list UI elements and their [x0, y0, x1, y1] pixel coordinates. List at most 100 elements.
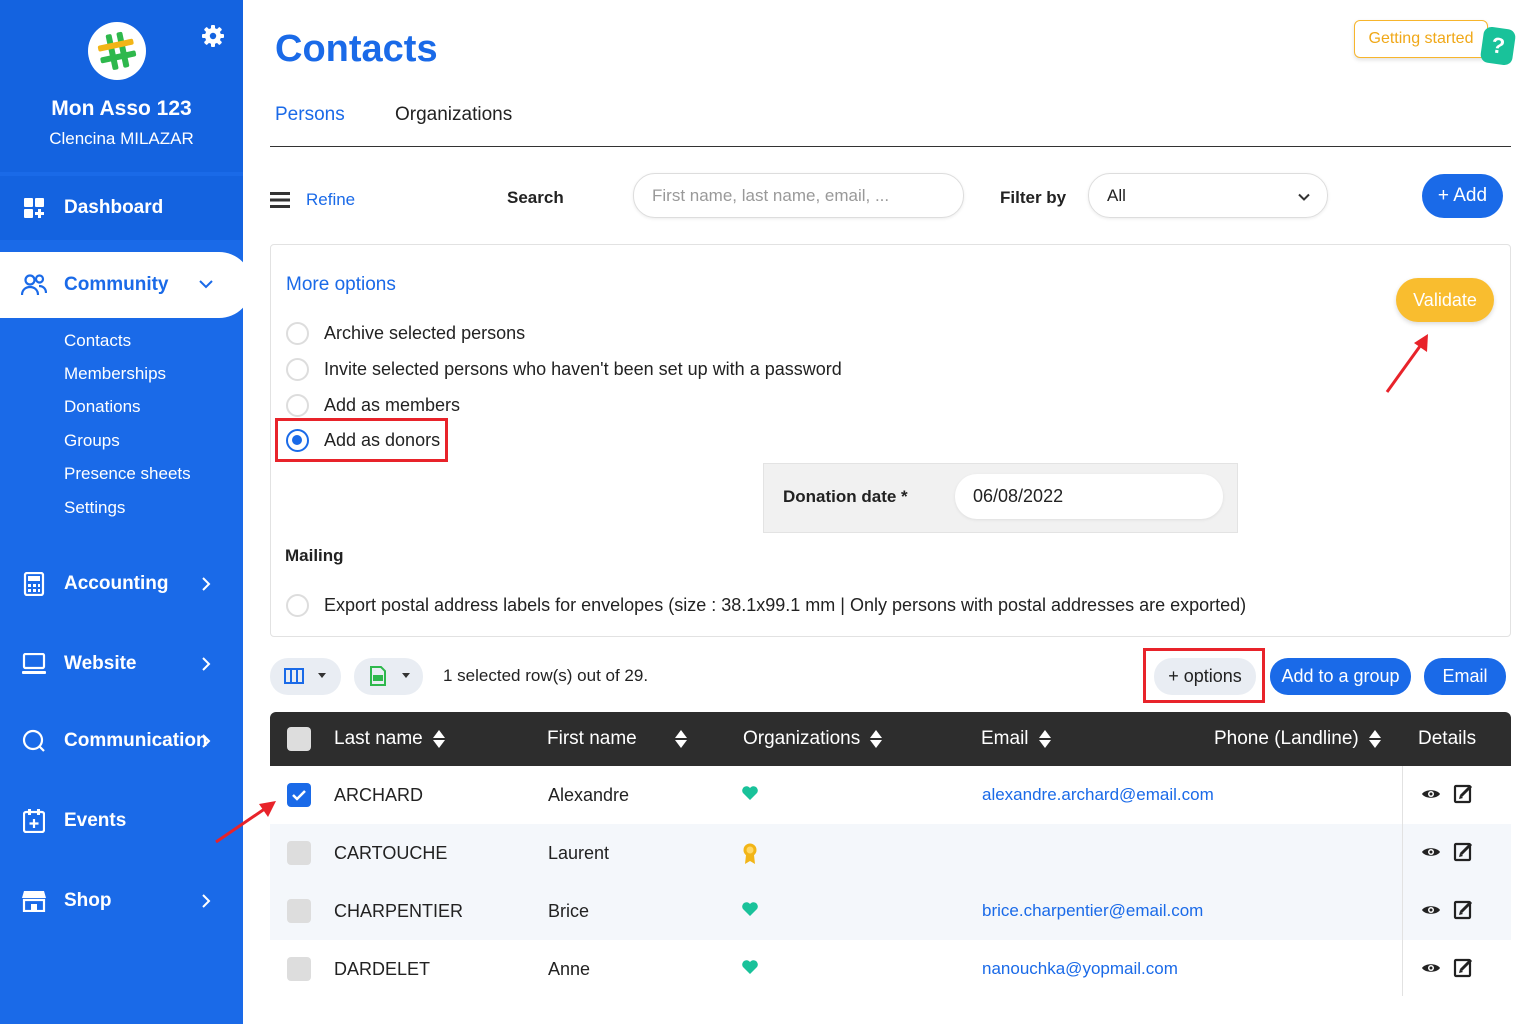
sidebar-item-shop[interactable]: Shop: [0, 869, 243, 933]
eye-icon[interactable]: [1421, 844, 1441, 860]
mailing-label: Mailing: [285, 546, 344, 565]
sidebar-subitem-presence-sheets[interactable]: Presence sheets: [64, 464, 191, 484]
sort-icon[interactable]: [432, 729, 445, 749]
radio-button[interactable]: [286, 321, 309, 345]
caret-down-icon: [402, 673, 410, 678]
hamburger-icon[interactable]: [270, 192, 290, 208]
search-label: Search: [507, 188, 564, 207]
radio-label: Archive selected persons: [324, 322, 526, 343]
row-checkbox[interactable]: [287, 899, 311, 923]
cell-email[interactable]: alexandre.archard@email.com: [982, 785, 1214, 805]
table-row[interactable]: DARDELET Anne nanouchka@yopmail.com: [270, 940, 1511, 998]
add-button[interactable]: + Add: [1422, 174, 1503, 218]
calendar-plus-icon: [21, 808, 47, 834]
sidebar-item-label: Website: [64, 653, 137, 674]
radio-button[interactable]: [286, 593, 309, 617]
sort-icon[interactable]: [674, 729, 687, 749]
award-icon: [741, 842, 759, 864]
sidebar-item-website[interactable]: Website: [0, 632, 243, 696]
chevron-right-icon: [198, 733, 216, 751]
eye-icon[interactable]: [1421, 902, 1441, 918]
tab-persons[interactable]: Persons: [275, 104, 345, 126]
sort-icon[interactable]: [1368, 729, 1381, 749]
chevron-right-icon: [198, 576, 216, 594]
cell-email[interactable]: nanouchka@yopmail.com: [982, 959, 1178, 979]
select-all-checkbox[interactable]: [287, 727, 311, 751]
more-options-panel: [270, 244, 1511, 637]
table-row[interactable]: CARTOUCHE Laurent: [270, 824, 1511, 882]
filter-select[interactable]: All: [1088, 173, 1328, 218]
gear-icon[interactable]: [201, 24, 227, 50]
sidebar-item-events[interactable]: Events: [0, 789, 243, 853]
radio-button[interactable]: [286, 357, 309, 381]
edit-icon[interactable]: [1453, 840, 1475, 862]
tab-organizations[interactable]: Organizations: [395, 104, 512, 126]
tabs-divider: [270, 146, 1511, 147]
highlight-box: [275, 418, 448, 462]
cell-last-name: CHARPENTIER: [334, 901, 464, 921]
page-title: Contacts: [275, 28, 438, 70]
radio-label: Export postal address labels for envelop…: [324, 594, 1247, 615]
table-row[interactable]: ARCHARD Alexandre alexandre.archard@emai…: [270, 766, 1511, 824]
edit-icon[interactable]: [1453, 956, 1475, 978]
columns-toggle[interactable]: [270, 658, 341, 695]
org-logo[interactable]: [88, 22, 146, 80]
highlight-box: [1143, 648, 1265, 703]
store-icon: [21, 888, 47, 914]
sidebar-item-communication[interactable]: Communication: [0, 709, 243, 773]
radio-invite[interactable]: Invite selected persons who haven't been…: [286, 357, 842, 381]
col-label: Email: [981, 728, 1029, 749]
edit-icon[interactable]: [1453, 782, 1475, 804]
refine-link[interactable]: Refine: [306, 190, 355, 210]
sidebar-subitem-groups[interactable]: Groups: [64, 431, 120, 451]
table-header: Last name First name Organizations Email…: [270, 712, 1511, 766]
sidebar-subitem-memberships[interactable]: Memberships: [64, 364, 166, 384]
sidebar-subitem-contacts[interactable]: Contacts: [64, 331, 131, 351]
col-email[interactable]: Email: [981, 728, 1051, 750]
edit-icon[interactable]: [1453, 898, 1475, 920]
chevron-right-icon: [198, 893, 216, 911]
export-toggle[interactable]: [354, 658, 423, 695]
col-phone[interactable]: Phone (Landline): [1214, 728, 1381, 750]
eye-icon[interactable]: [1421, 960, 1441, 976]
col-first-name[interactable]: First name: [547, 728, 687, 750]
sidebar-subitem-donations[interactable]: Donations: [64, 397, 141, 417]
search-input[interactable]: [633, 173, 964, 218]
sidebar-item-label: Shop: [64, 890, 112, 911]
filter-label: Filter by: [1000, 188, 1067, 207]
heart-icon: [741, 958, 759, 980]
donation-date-input[interactable]: 06/08/2022: [955, 474, 1223, 519]
row-checkbox[interactable]: [287, 957, 311, 981]
radio-archive[interactable]: Archive selected persons: [286, 321, 525, 345]
radio-add-members[interactable]: Add as members: [286, 393, 460, 417]
row-checkbox-checked[interactable]: [287, 783, 311, 807]
annotation-arrow: [215, 801, 276, 844]
cell-last-name: ARCHARD: [334, 785, 424, 805]
table-row[interactable]: CHARPENTIER Brice brice.charpentier@emai…: [270, 882, 1511, 940]
col-label: First name: [547, 728, 637, 749]
sidebar-item-accounting[interactable]: Accounting: [0, 552, 243, 616]
more-options-title: More options: [286, 274, 396, 295]
sidebar-item-label: Events: [64, 810, 127, 831]
sidebar-item-dashboard[interactable]: Dashboard: [0, 176, 243, 240]
sort-icon[interactable]: [1038, 729, 1051, 749]
getting-started-button[interactable]: Getting started: [1354, 20, 1488, 58]
help-icon[interactable]: ?: [1479, 25, 1517, 67]
radio-export-labels[interactable]: Export postal address labels for envelop…: [286, 593, 1246, 617]
sort-icon[interactable]: [870, 729, 883, 749]
sidebar-item-community[interactable]: Community: [0, 252, 252, 318]
add-to-group-button[interactable]: Add to a group: [1270, 658, 1411, 695]
radio-button[interactable]: [286, 393, 309, 417]
sidebar-item-label: Dashboard: [64, 197, 164, 218]
chevron-right-icon: [198, 656, 216, 674]
row-checkbox[interactable]: [287, 841, 311, 865]
eye-icon[interactable]: [1421, 786, 1441, 802]
validate-button[interactable]: Validate: [1396, 278, 1494, 322]
sidebar-subitem-settings[interactable]: Settings: [64, 498, 125, 518]
sidebar-item-label: Accounting: [64, 573, 169, 594]
cell-email[interactable]: brice.charpentier@email.com: [982, 901, 1203, 921]
col-organizations[interactable]: Organizations: [743, 728, 883, 750]
email-button[interactable]: Email: [1424, 658, 1506, 695]
annotation-arrow: [1385, 334, 1428, 393]
col-last-name[interactable]: Last name: [334, 728, 445, 750]
